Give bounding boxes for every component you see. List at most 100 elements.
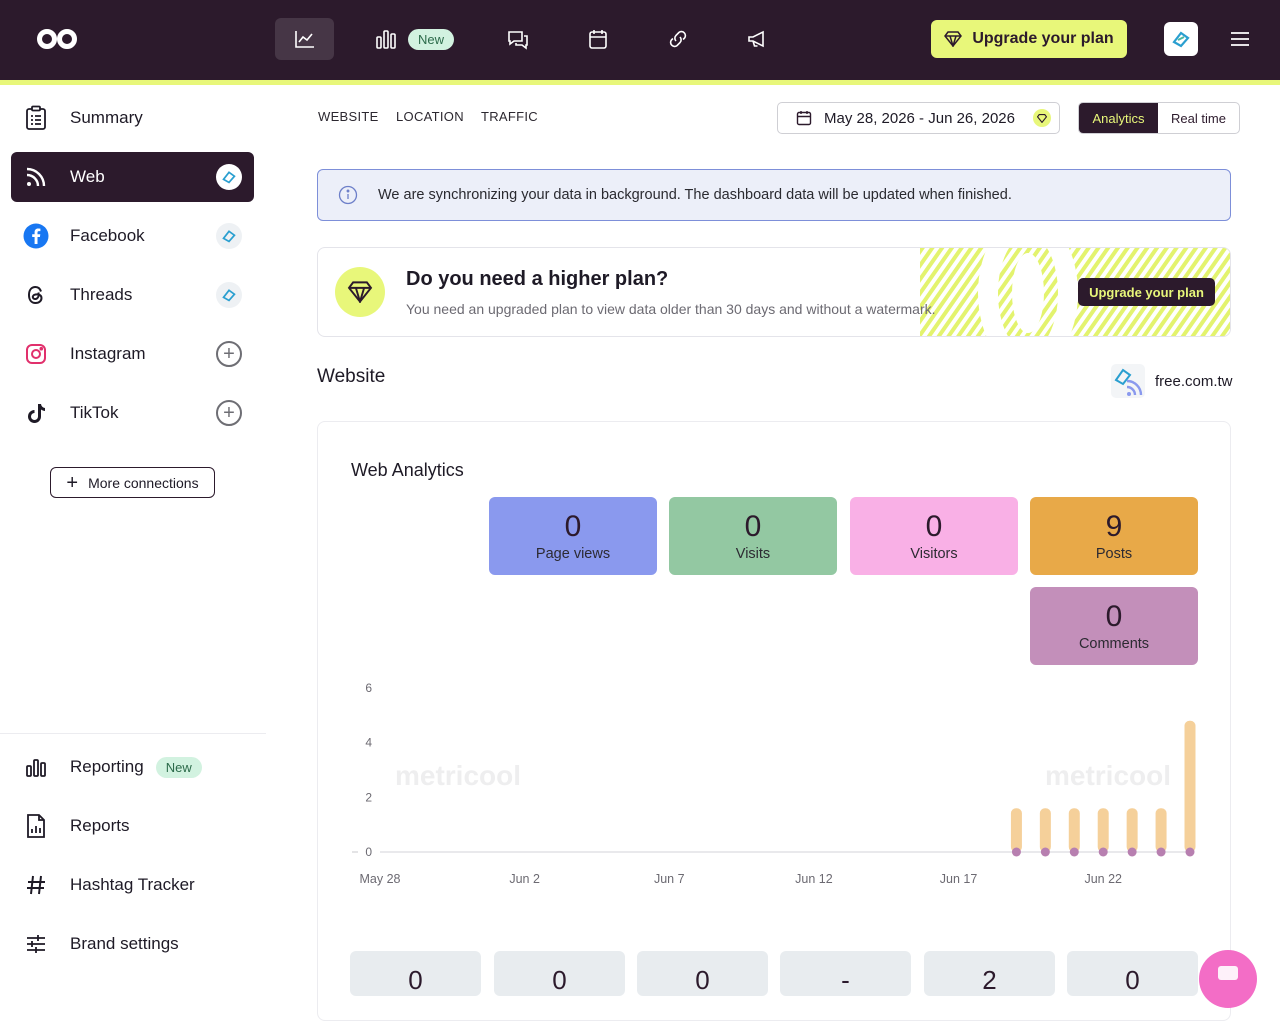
x-tick-label: May 28 xyxy=(360,872,401,886)
metric-tile-visits[interactable]: 0 Visits xyxy=(669,497,837,575)
clipboard-icon xyxy=(22,104,50,132)
metric-value: 0 xyxy=(744,510,762,543)
chart-point xyxy=(1127,847,1137,857)
view-toggle: Analytics Real time xyxy=(1078,102,1240,134)
metricool-logo[interactable] xyxy=(36,24,78,54)
metric-label: Comments xyxy=(1078,636,1150,652)
tab-traffic[interactable]: TRAFFIC xyxy=(481,109,538,124)
diamond-icon xyxy=(347,281,373,303)
summary-tile[interactable]: 0 xyxy=(350,951,481,996)
analytics-toggle[interactable]: Analytics xyxy=(1079,103,1159,133)
metric-tile-comments[interactable]: 0 Comments xyxy=(1030,587,1198,665)
sidebar-item-label: Web xyxy=(70,167,105,186)
threads-icon xyxy=(22,281,50,309)
megaphone-icon xyxy=(748,30,764,48)
plus-icon: + xyxy=(66,471,79,494)
summary-tile[interactable]: 0 xyxy=(637,951,768,996)
new-badge: New xyxy=(408,28,455,50)
chat-support-button[interactable] xyxy=(1199,950,1257,1008)
nav-reporting-button[interactable]: New xyxy=(366,18,456,60)
summary-tile[interactable]: 2 xyxy=(924,951,1055,996)
diamond-badge xyxy=(335,267,385,317)
plan-banner-subtitle: You need an upgraded plan to view data o… xyxy=(406,301,936,317)
link-icon xyxy=(669,30,687,48)
sidebar-item-label: Hashtag Tracker xyxy=(70,875,195,894)
metric-label: Visits xyxy=(735,546,771,562)
sync-notice: We are synchronizing your data in backgr… xyxy=(317,169,1231,221)
more-connections-label: More connections xyxy=(88,474,199,491)
website-rss-logo-icon xyxy=(1111,364,1145,398)
messages-icon xyxy=(508,31,528,50)
sidebar-item-instagram[interactable]: Instagram + xyxy=(11,329,254,379)
threads-brand-badge xyxy=(216,282,242,308)
plan-banner: Do you need a higher plan? You need an u… xyxy=(317,247,1231,337)
tab-website[interactable]: WEBSITE xyxy=(318,109,379,124)
summary-tile[interactable]: 0 xyxy=(1067,951,1198,996)
plus-circle-icon: + xyxy=(216,341,242,367)
nav-inbox-button[interactable] xyxy=(496,18,540,60)
premium-diamond-icon xyxy=(1032,109,1051,127)
chart-bar xyxy=(1039,808,1051,852)
sidebar-item-web[interactable]: Web xyxy=(11,152,254,202)
calendar-icon xyxy=(796,111,812,126)
nav-ads-button[interactable] xyxy=(736,18,780,60)
metric-label: Visitors xyxy=(910,546,958,562)
date-range-text: May 28, 2026 - Jun 26, 2026 xyxy=(824,109,1015,127)
metric-tile-page-views[interactable]: 0 Page views xyxy=(489,497,657,575)
sidebar-item-reporting[interactable]: Reporting New xyxy=(11,742,254,792)
upgrade-plan-button[interactable]: Upgrade your plan xyxy=(931,20,1127,58)
sidebar-item-brand-settings[interactable]: Brand settings xyxy=(11,919,254,969)
bar-chart-icon xyxy=(22,753,50,781)
diamond-icon xyxy=(944,31,963,47)
summary-tile[interactable]: 0 xyxy=(494,951,625,996)
summary-tile[interactable]: - xyxy=(780,951,911,996)
nav-analytics-button[interactable] xyxy=(275,18,334,60)
sidebar-item-label: Facebook xyxy=(70,226,145,245)
brand-avatar[interactable] xyxy=(1164,22,1198,56)
hashtag-icon xyxy=(22,871,50,899)
sidebar-item-summary[interactable]: Summary xyxy=(11,93,254,143)
more-connections-button[interactable]: + More connections xyxy=(50,467,215,498)
sidebar-item-facebook[interactable]: Facebook xyxy=(11,211,254,261)
chart-bar xyxy=(1184,720,1196,852)
sidebar-item-reports[interactable]: Reports xyxy=(11,801,254,851)
section-title: Website xyxy=(317,366,386,387)
add-instagram-button[interactable]: + xyxy=(216,341,242,367)
metric-tile-visitors[interactable]: 0 Visitors xyxy=(850,497,1018,575)
tiktok-icon xyxy=(22,399,50,427)
realtime-toggle[interactable]: Real time xyxy=(1158,103,1239,133)
metric-value: 0 xyxy=(564,510,582,543)
plan-banner-title: Do you need a higher plan? xyxy=(406,268,669,290)
top-bar: New Upgrade your plan xyxy=(0,0,1280,80)
sidebar-item-threads[interactable]: Threads xyxy=(11,270,254,320)
sidebar-item-label: Threads xyxy=(70,285,133,304)
chart-bar xyxy=(1126,808,1138,852)
website-identity[interactable]: free.com.tw xyxy=(1111,364,1233,398)
hamburger-menu-icon[interactable] xyxy=(1228,28,1252,50)
brand-logo-icon xyxy=(1172,31,1190,48)
sliders-icon xyxy=(22,930,50,958)
sidebar-item-tiktok[interactable]: TikTok + xyxy=(11,388,254,438)
add-tiktok-button[interactable]: + xyxy=(216,400,242,426)
plus-circle-icon: + xyxy=(216,400,242,426)
sidebar-item-label: Brand settings xyxy=(70,934,179,953)
sidebar-item-label: Instagram xyxy=(70,344,146,363)
y-tick-label: 2 xyxy=(365,790,372,804)
nav-planner-button[interactable] xyxy=(576,18,620,60)
sidebar: Summary Web Facebook Threads Instagram +… xyxy=(0,85,266,986)
x-tick-label: Jun 7 xyxy=(654,872,685,886)
date-range-picker[interactable]: May 28, 2026 - Jun 26, 2026 xyxy=(777,102,1060,134)
metric-value: 9 xyxy=(1105,510,1123,543)
chart-point xyxy=(1098,847,1108,857)
nav-links-button[interactable] xyxy=(656,18,700,60)
web-analytics-chart: metricool metricool 0 2 4 6 May 28 Jun 2 Jun 7 Ju… xyxy=(352,681,1196,886)
sidebar-item-hashtag-tracker[interactable]: Hashtag Tracker xyxy=(11,860,254,910)
sidebar-item-label: Summary xyxy=(70,108,143,127)
metric-label: Page views xyxy=(535,546,611,562)
sidebar-divider xyxy=(0,733,266,734)
banner-upgrade-button[interactable]: Upgrade your plan xyxy=(1078,278,1215,306)
metric-tile-posts[interactable]: 9 Posts xyxy=(1030,497,1198,575)
tab-location[interactable]: LOCATION xyxy=(396,109,464,124)
chart-watermark: metricool xyxy=(1045,760,1171,791)
website-domain: free.com.tw xyxy=(1155,372,1233,390)
